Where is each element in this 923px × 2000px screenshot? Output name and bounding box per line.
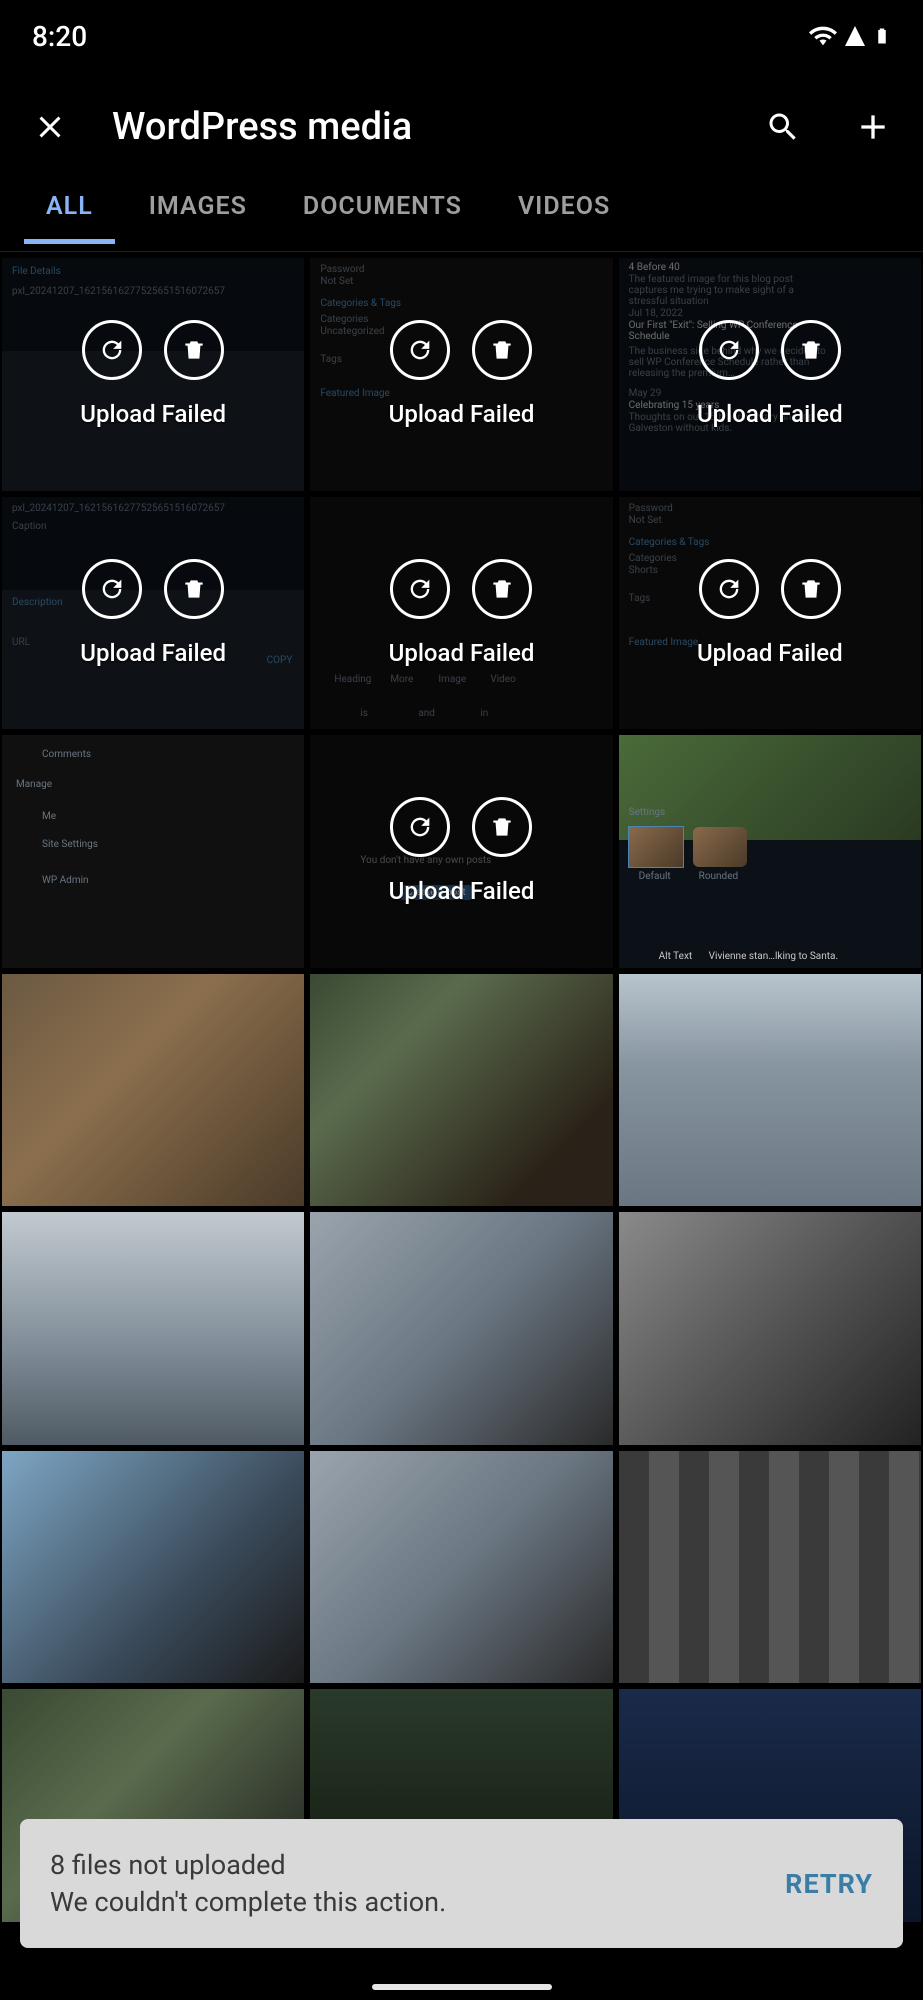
close-button[interactable] [22,99,78,155]
upload-failed-label: Upload Failed [389,877,535,905]
retry-icon [406,813,434,841]
trash-icon [181,576,207,602]
delete-upload-button[interactable] [781,320,841,380]
search-icon [765,109,801,145]
page-title: WordPress media [112,105,721,149]
media-item[interactable] [619,974,921,1207]
media-item[interactable] [2,1212,304,1445]
upload-failed-label: Upload Failed [697,639,843,667]
tab-all[interactable]: ALL [46,192,93,241]
retry-icon [406,336,434,364]
statusbar: 8:20 [0,0,923,72]
snackbar-message: 8 files not uploaded We couldn't complet… [50,1847,446,1920]
media-item-failed[interactable]: You don't have any own posts Create a po… [310,735,612,968]
retry-upload-button[interactable] [699,320,759,380]
retry-upload-button[interactable] [82,559,142,619]
plus-icon [853,107,893,147]
retry-upload-button[interactable] [390,559,450,619]
trash-icon [489,337,515,363]
delete-upload-button[interactable] [472,797,532,857]
media-item[interactable] [2,974,304,1207]
trash-icon [181,337,207,363]
retry-upload-button[interactable] [390,797,450,857]
battery-icon [873,22,891,50]
tab-images[interactable]: IMAGES [149,192,247,241]
tab-documents[interactable]: DOCUMENTS [303,192,462,241]
media-item-failed[interactable]: pxl_20241207_16215616277525651516072657 … [2,497,304,730]
media-item-failed[interactable]: Password Not Set Categories & Tags Categ… [310,258,612,491]
media-item[interactable] [2,1451,304,1684]
upload-failed-label: Upload Failed [389,639,535,667]
media-item[interactable]: Comments Manage Me Site Settings WP Admi… [2,735,304,968]
media-item[interactable]: Settings Default Rounded Alt Text Vivien… [619,735,921,968]
delete-upload-button[interactable] [781,559,841,619]
media-item-failed[interactable]: Password Not Set Categories & Tags Categ… [619,497,921,730]
delete-upload-button[interactable] [164,559,224,619]
nav-handle[interactable] [372,1984,552,1990]
media-item-failed[interactable]: Heading More Image Video is and in Uploa… [310,497,612,730]
retry-icon [715,575,743,603]
close-icon [32,109,68,145]
retry-upload-button[interactable] [82,320,142,380]
snackbar-retry-button[interactable]: RETRY [785,1868,873,1900]
media-item-failed[interactable]: 4 Before 40 The featured image for this … [619,258,921,491]
add-button[interactable] [845,99,901,155]
retry-upload-button[interactable] [699,559,759,619]
media-item[interactable] [619,1212,921,1445]
upload-failed-label: Upload Failed [389,400,535,428]
cellular-icon [843,24,867,48]
snackbar: 8 files not uploaded We couldn't complet… [20,1819,903,1948]
media-grid: File Details pxl_20241207_16215616277525… [0,252,923,1922]
tab-videos[interactable]: VIDEOS [518,192,610,241]
retry-upload-button[interactable] [390,320,450,380]
delete-upload-button[interactable] [164,320,224,380]
statusbar-time: 8:20 [32,20,87,53]
appbar: WordPress media [0,72,923,182]
media-item[interactable] [619,1451,921,1684]
retry-icon [98,336,126,364]
media-item[interactable] [310,974,612,1207]
upload-failed-label: Upload Failed [80,400,226,428]
retry-icon [715,336,743,364]
tabs: ALL IMAGES DOCUMENTS VIDEOS [0,182,923,252]
upload-failed-label: Upload Failed [80,639,226,667]
search-button[interactable] [755,99,811,155]
delete-upload-button[interactable] [472,320,532,380]
trash-icon [798,337,824,363]
trash-icon [489,814,515,840]
retry-icon [406,575,434,603]
media-item-failed[interactable]: File Details pxl_20241207_16215616277525… [2,258,304,491]
retry-icon [98,575,126,603]
trash-icon [489,576,515,602]
media-item[interactable] [310,1451,612,1684]
trash-icon [798,576,824,602]
delete-upload-button[interactable] [472,559,532,619]
media-item[interactable] [310,1212,612,1445]
upload-failed-label: Upload Failed [697,400,843,428]
wifi-icon [809,22,837,50]
